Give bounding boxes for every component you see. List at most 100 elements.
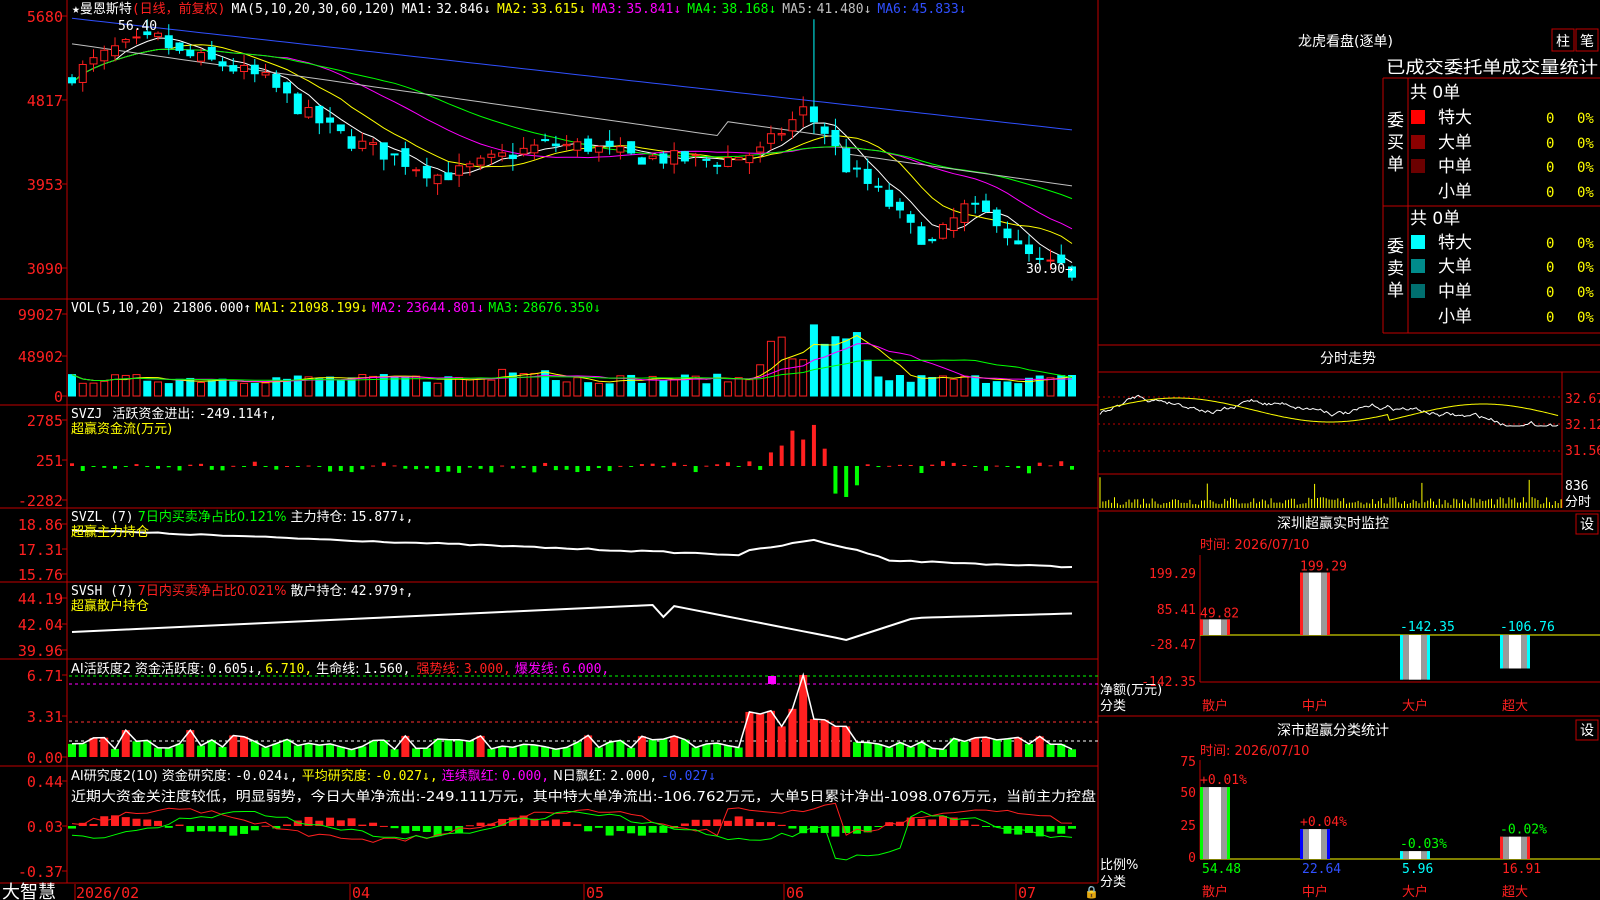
sz-stats-title: 深市超赢分类统计 [1277, 722, 1389, 739]
ai-active-bar [1003, 738, 1012, 757]
svzj-bar [231, 465, 236, 467]
order-stats-header: 已成交委托单成交量统计 [1386, 58, 1598, 78]
svzj-bar [983, 466, 988, 471]
sz-monitor-value: 49.82 [1200, 606, 1239, 621]
volume-bar [788, 358, 797, 397]
svzj-bar [328, 466, 333, 472]
volume-bar [379, 374, 388, 397]
ai-research-bar [240, 826, 249, 834]
ai-active-bar [315, 745, 324, 757]
volume-bar [874, 376, 883, 397]
sz-monitor-category-label: 中户 [1302, 698, 1328, 714]
volume-bar [949, 378, 958, 397]
svzj-bar [478, 466, 483, 469]
intraday-title[interactable]: 分时走势 [1320, 351, 1376, 367]
svzj-bar [543, 462, 548, 466]
buy-row-count: 0 [1546, 111, 1554, 127]
candle-body [1024, 244, 1033, 255]
candle-body [670, 150, 679, 165]
svzj-bar [285, 465, 290, 467]
svzj-bar [854, 466, 859, 486]
sz-stats-settings[interactable]: 设 [1580, 723, 1594, 739]
y-tick: 44.19 [18, 590, 63, 608]
sell-total: 共 0单 [1410, 209, 1460, 229]
volume-bar [422, 381, 431, 397]
svzj-bar [199, 463, 204, 466]
ai-active-bar [562, 747, 571, 757]
ai-active-bar [992, 739, 1001, 757]
ai-active-guides [69, 675, 1098, 742]
sz-stats-change: +0.04% [1300, 815, 1347, 830]
streak-red-value: 0.000, [502, 769, 549, 784]
svg-text:SVSH (7)7日内买卖净占比0.021%散户持仓:42.: SVSH (7) 7日内买卖净占比0.021% 散户持仓: 42.979↑, [71, 583, 413, 599]
svzj-bar [553, 466, 558, 471]
ai-active-bar [164, 747, 173, 757]
svzj-bar [188, 464, 193, 466]
buy-side-char: 委 [1387, 111, 1404, 131]
candle-body [648, 155, 657, 160]
chart-canvas[interactable]: ★曼恩斯特(日线，前复权) MA(5,10,20,30,60,120) MA1: 32… [0, 0, 1600, 900]
y-tick: 42.04 [18, 616, 63, 634]
svzj-bar [263, 466, 268, 467]
ai-research-bar [336, 820, 345, 826]
svzj-bar [242, 466, 247, 467]
period-label[interactable]: (日线，前复权) [132, 1, 226, 17]
ai-research-bar [379, 825, 388, 827]
svzj-bar [768, 452, 773, 466]
tab-pen[interactable]: 笔 [1580, 34, 1594, 50]
candle-body [175, 42, 184, 51]
bar-edge [1327, 572, 1330, 635]
volume-bar [971, 375, 980, 397]
y-tick: 3090 [27, 260, 63, 278]
tab-col[interactable]: 柱 [1556, 34, 1570, 50]
brand-logo[interactable]: 大智慧 [2, 882, 56, 900]
candle-body [573, 141, 582, 151]
intraday-price: 32.12 [1565, 418, 1600, 433]
svzj-bar [962, 464, 967, 466]
bar-edge [1400, 851, 1403, 859]
nday-red-value: 2.000, [610, 769, 657, 784]
bar-highlight [1409, 851, 1421, 859]
ai-research-bar [143, 819, 152, 826]
svzj-bar [91, 466, 96, 467]
svzj-bar [661, 466, 666, 468]
svzj-bar [113, 466, 118, 469]
svzj-bar [682, 464, 687, 466]
svzj-bar [704, 465, 709, 467]
bar-highlight [1509, 635, 1521, 669]
candle-body [315, 105, 324, 124]
sell-row-label: 中单 [1438, 282, 1472, 302]
sz-stats-y-tick: 75 [1180, 755, 1196, 770]
volume-bar [659, 380, 668, 397]
research-comment: 近期大资金关注度较低，明显弱势，今日大单净流出:-249.111万元，其中特大单… [71, 788, 1096, 805]
volume-bar [68, 374, 76, 397]
svzj-bar [865, 464, 870, 466]
ai-active-bar [465, 741, 474, 757]
candle-body [562, 143, 571, 147]
buy-row-pct: 0% [1577, 136, 1594, 152]
ai-active-bar [788, 708, 797, 757]
avg-research-value: -0.027↓, [375, 769, 438, 784]
ai-active-bar [874, 743, 883, 757]
svzj-bar [790, 430, 795, 466]
ai-research-bar [1003, 826, 1012, 834]
svsh-title: SVSH (7) [71, 584, 134, 599]
candle-body [433, 174, 442, 185]
ai-active-bar [455, 739, 464, 757]
candle-body [293, 93, 302, 115]
lock-icon[interactable]: 🔒 [1084, 885, 1099, 899]
ai-research-bar [573, 824, 582, 826]
volume-bar [938, 375, 947, 397]
svg-text:AI研究度2(10)资金研究度:-0.024↓,平均研究度:: AI研究度2(10) 资金研究度: -0.024↓, 平均研究度: -0.027↓, 连续… [71, 768, 716, 784]
svzj-bar [822, 448, 827, 466]
vol-title: VOL(5,10,20) [71, 301, 165, 316]
candle-body [852, 167, 861, 170]
svzj-bar [994, 465, 999, 467]
ai-active-bar [444, 739, 453, 757]
ai-research-bar [702, 819, 711, 826]
bar-edge [1527, 836, 1530, 859]
stock-name[interactable]: ★曼恩斯特 [72, 2, 132, 17]
ai-research-bar [605, 826, 614, 836]
ai-active-bar [691, 747, 700, 757]
sz-monitor-settings[interactable]: 设 [1580, 517, 1594, 533]
